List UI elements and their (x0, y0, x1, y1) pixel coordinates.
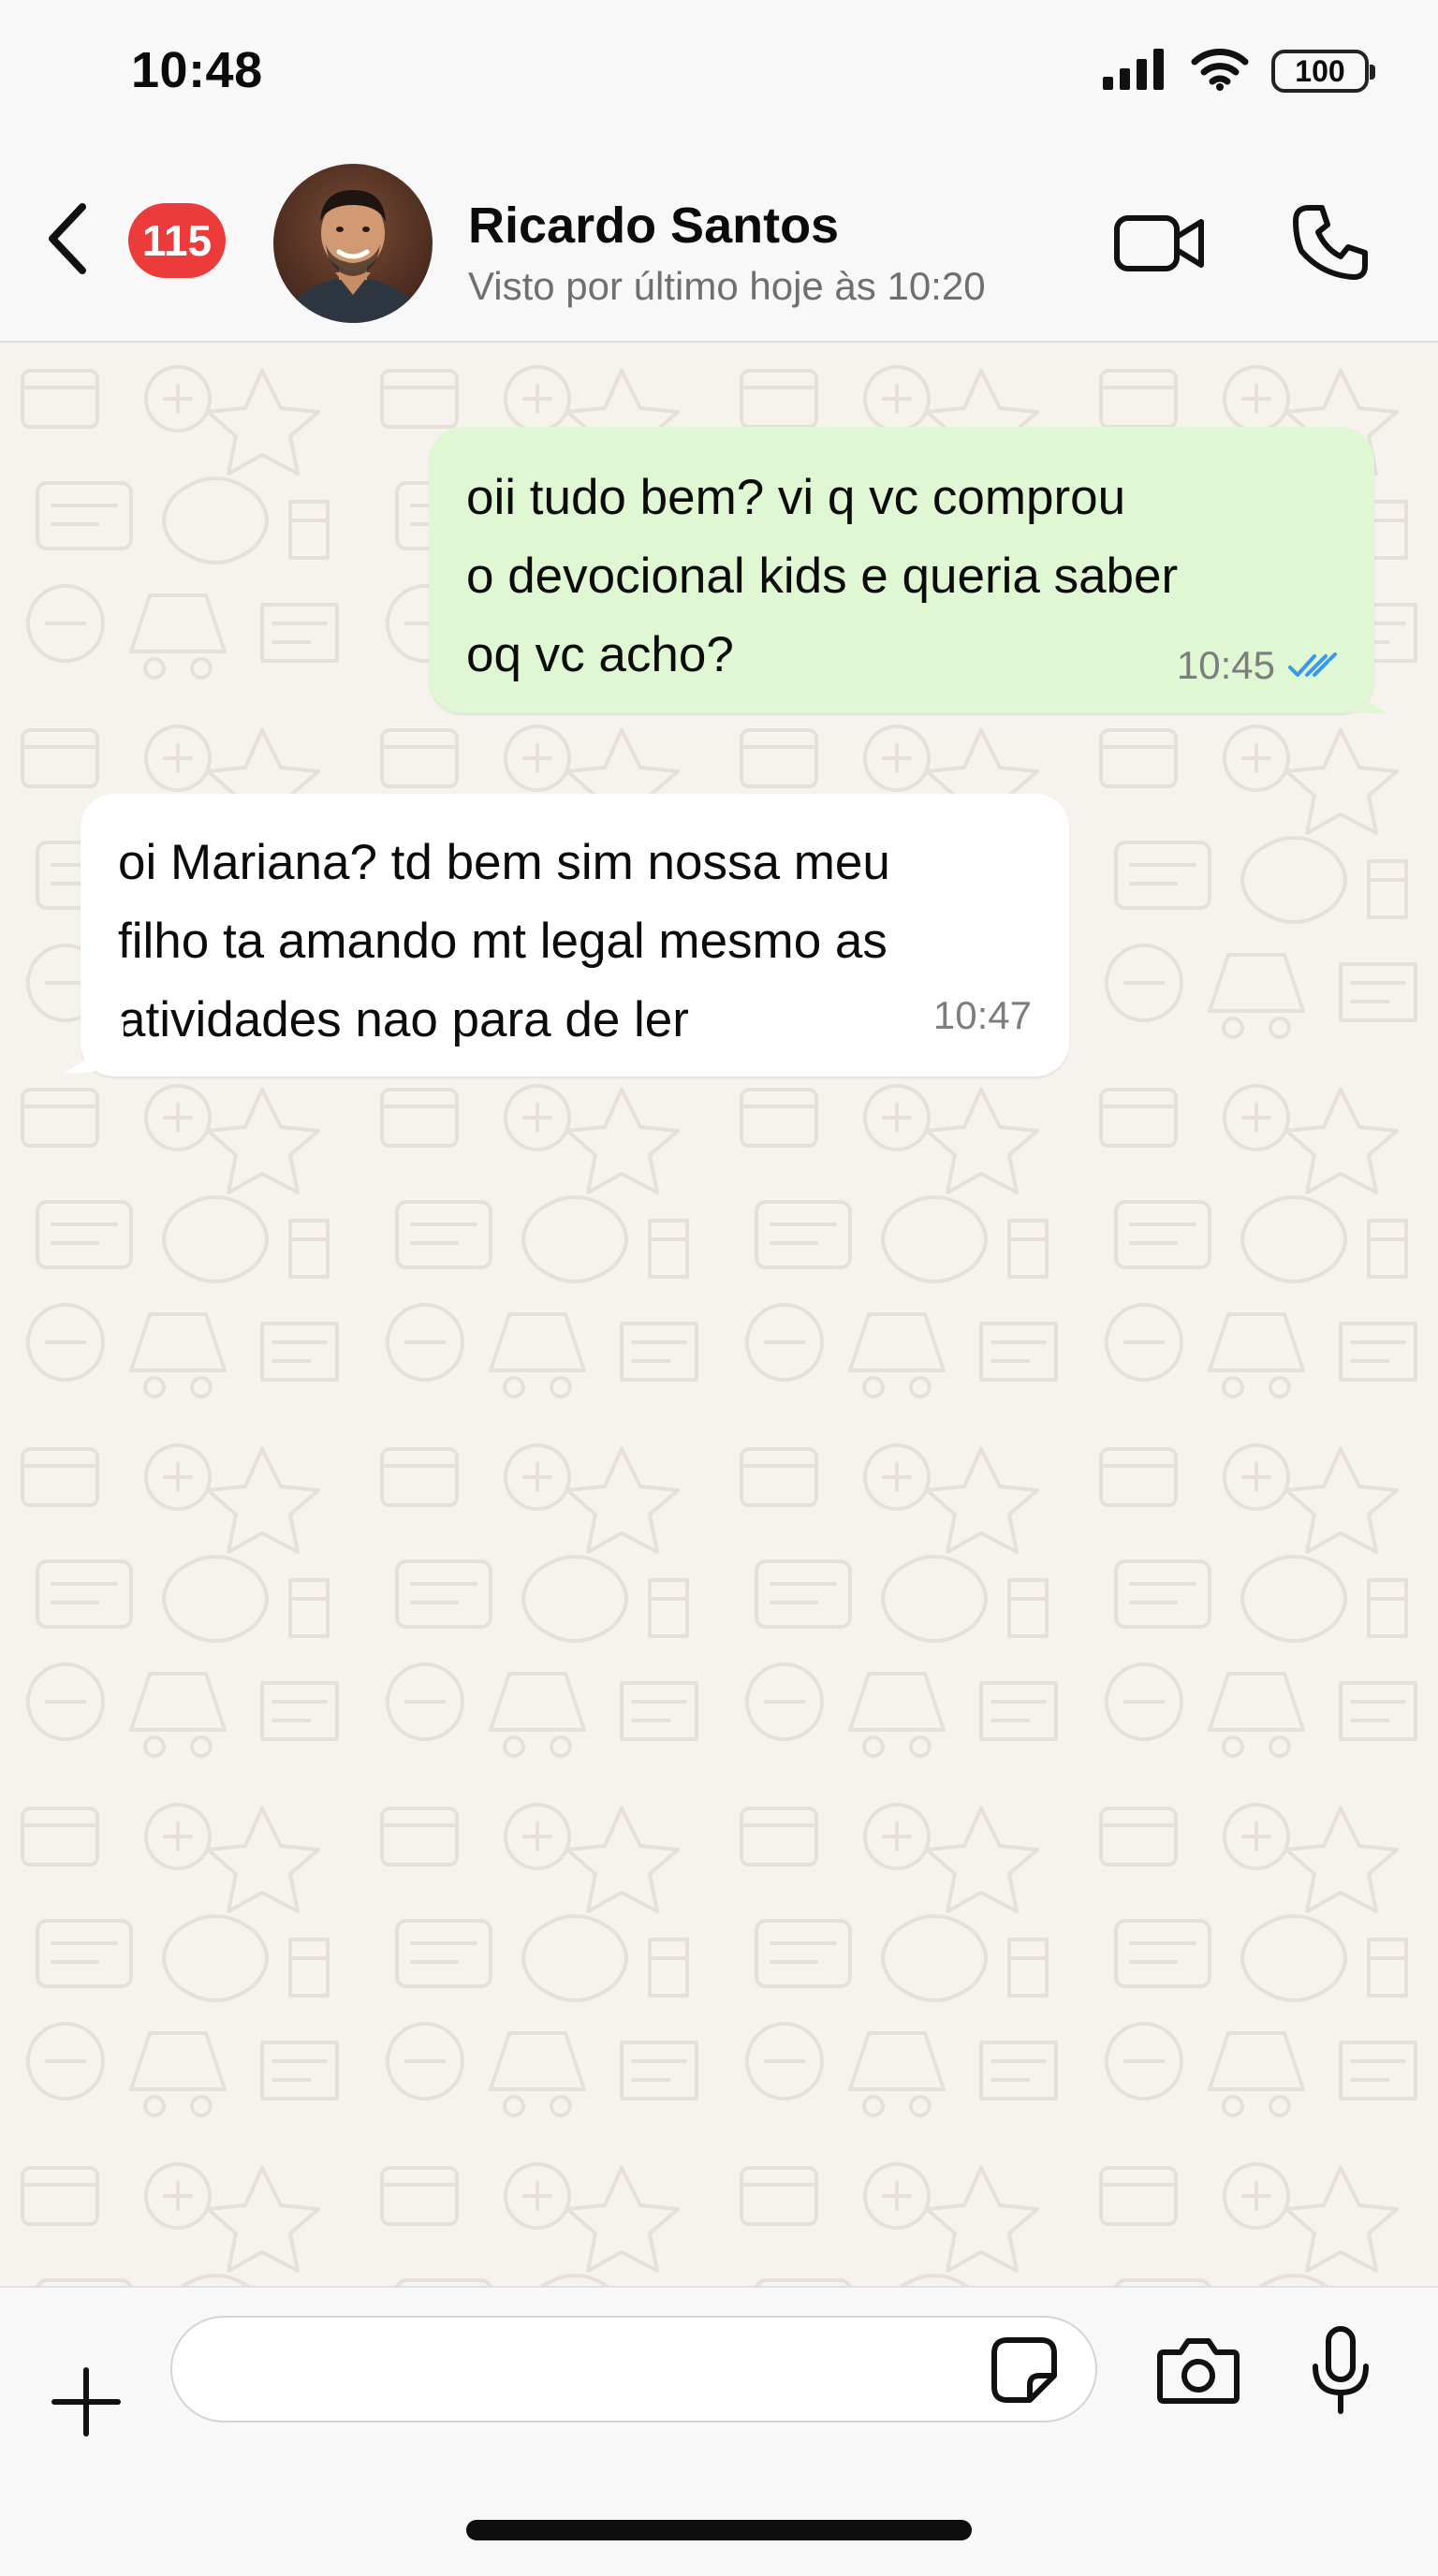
message-text: oi Mariana? td bem sim nossa meu filho t… (118, 835, 890, 1047)
back-chevron-icon (49, 203, 86, 274)
message-meta: 10:47 (933, 992, 1032, 1039)
message-time: 10:47 (932, 993, 1032, 1037)
video-call-button[interactable] (1108, 206, 1211, 281)
cellular-signal-icon (1103, 48, 1168, 95)
outgoing-message-bubble[interactable]: oii tudo bem? vi q vc comprou o devocion… (429, 427, 1374, 713)
message-meta: 10:45 (1177, 642, 1341, 689)
phone-icon (1293, 205, 1368, 280)
incoming-message-bubble[interactable]: oi Mariana? td bem sim nossa meu filho t… (81, 794, 1069, 1076)
unread-count-badge[interactable]: 115 (128, 203, 226, 278)
camera-icon (1157, 2338, 1240, 2404)
incoming-bubble-tail (64, 1020, 124, 1074)
chat-screen: 10:48 100 115 Ricardo Santos Visto por ú… (0, 0, 1438, 2576)
sticker-button[interactable] (985, 2331, 1064, 2409)
status-icons: 100 (1103, 43, 1375, 99)
message-input[interactable] (170, 2316, 1097, 2422)
contact-name[interactable]: Ricardo Santos (468, 197, 839, 255)
chat-area[interactable]: oii tudo bem? vi q vc comprou o devocion… (0, 343, 1438, 2286)
outgoing-bubble-tail (1329, 661, 1387, 714)
message-time: 10:45 (1176, 643, 1275, 687)
last-seen-status: Visto por último hoje às 10:20 (468, 264, 986, 308)
plus-icon (51, 2367, 121, 2437)
wifi-icon (1191, 48, 1249, 95)
contact-avatar[interactable] (273, 164, 433, 323)
sticker-icon (991, 2337, 1057, 2403)
camera-button[interactable] (1153, 2329, 1243, 2411)
microphone-button[interactable] (1305, 2321, 1376, 2419)
chat-header: 115 Ricardo Santos Visto por último hoje… (0, 140, 1438, 343)
home-indicator (466, 2520, 972, 2540)
microphone-icon (1313, 2326, 1369, 2414)
attach-button[interactable] (47, 2363, 125, 2441)
battery-level: 100 (1295, 53, 1345, 88)
back-button[interactable] (34, 197, 99, 281)
battery-icon: 100 (1271, 50, 1375, 93)
status-time: 10:48 (131, 42, 263, 98)
status-bar: 10:48 100 (0, 0, 1438, 140)
voice-call-button[interactable] (1288, 200, 1372, 285)
video-camera-icon (1114, 215, 1204, 271)
message-input-bar (0, 2286, 1438, 2576)
